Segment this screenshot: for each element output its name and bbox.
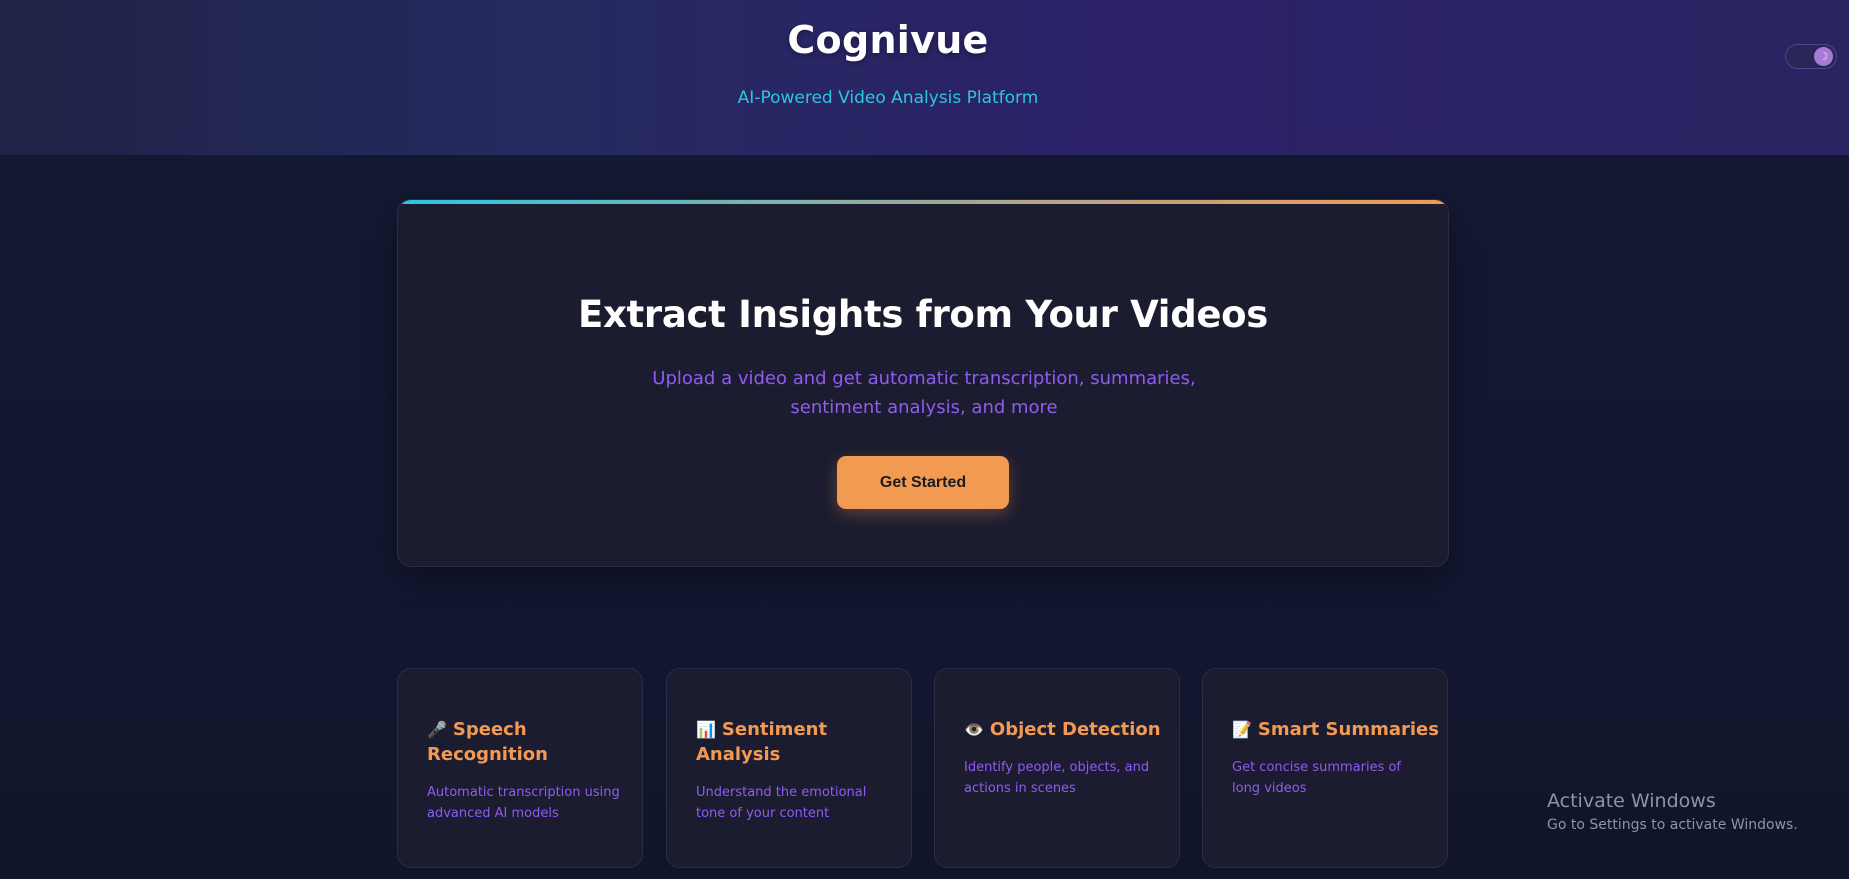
feature-title: 📝 Smart Summaries (1232, 717, 1447, 742)
feature-title: 🎤 Speech Recognition (427, 717, 627, 767)
feature-title-text: Smart Summaries (1257, 719, 1439, 740)
activate-windows-title: Activate Windows (1547, 790, 1716, 812)
feature-description: Automatic transcription using advanced A… (427, 785, 620, 821)
hero-card: Extract Insights from Your Videos Upload… (397, 199, 1449, 567)
app-title: Cognivue (787, 18, 989, 62)
hero-accent-bar (398, 200, 1448, 204)
feature-title: 👁️ Object Detection (964, 717, 1179, 742)
hero-title: Extract Insights from Your Videos (577, 293, 1269, 336)
microphone-icon: 🎤 (427, 720, 447, 739)
get-started-button[interactable]: Get Started (837, 456, 1009, 509)
feature-card-smart-summaries: 📝 Smart Summaries Get concise summaries o… (1202, 668, 1448, 868)
feature-card-object-detection: 👁️ Object Detection Identify people, obje… (934, 668, 1180, 868)
feature-title-text: Object Detection (989, 719, 1161, 740)
feature-description: Understand the emotional tone of your co… (696, 785, 867, 821)
app-header: Cognivue AI-Powered Video Analysis Platf… (0, 0, 1849, 155)
feature-card-speech-recognition: 🎤 Speech Recognition Automatic transcript… (397, 668, 643, 868)
eye-icon: 👁️ (964, 720, 984, 739)
moon-icon: ☽ (1814, 47, 1833, 66)
feature-description: Get concise summaries of long videos (1232, 760, 1401, 796)
activate-windows-subtitle: Go to Settings to activate Windows. (1547, 817, 1798, 833)
memo-icon: 📝 (1232, 720, 1252, 739)
feature-description: Identify people, objects, and actions in… (964, 760, 1150, 796)
feature-card-sentiment-analysis: 📊 Sentiment Analysis Understand the emoti… (666, 668, 912, 868)
app-subtitle: AI-Powered Video Analysis Platform (737, 88, 1039, 108)
theme-toggle[interactable]: ☽ (1785, 44, 1837, 69)
bar-chart-icon: 📊 (696, 720, 716, 739)
hero-description: Upload a video and get automatic transcr… (652, 368, 1196, 418)
feature-title: 📊 Sentiment Analysis (696, 717, 896, 767)
